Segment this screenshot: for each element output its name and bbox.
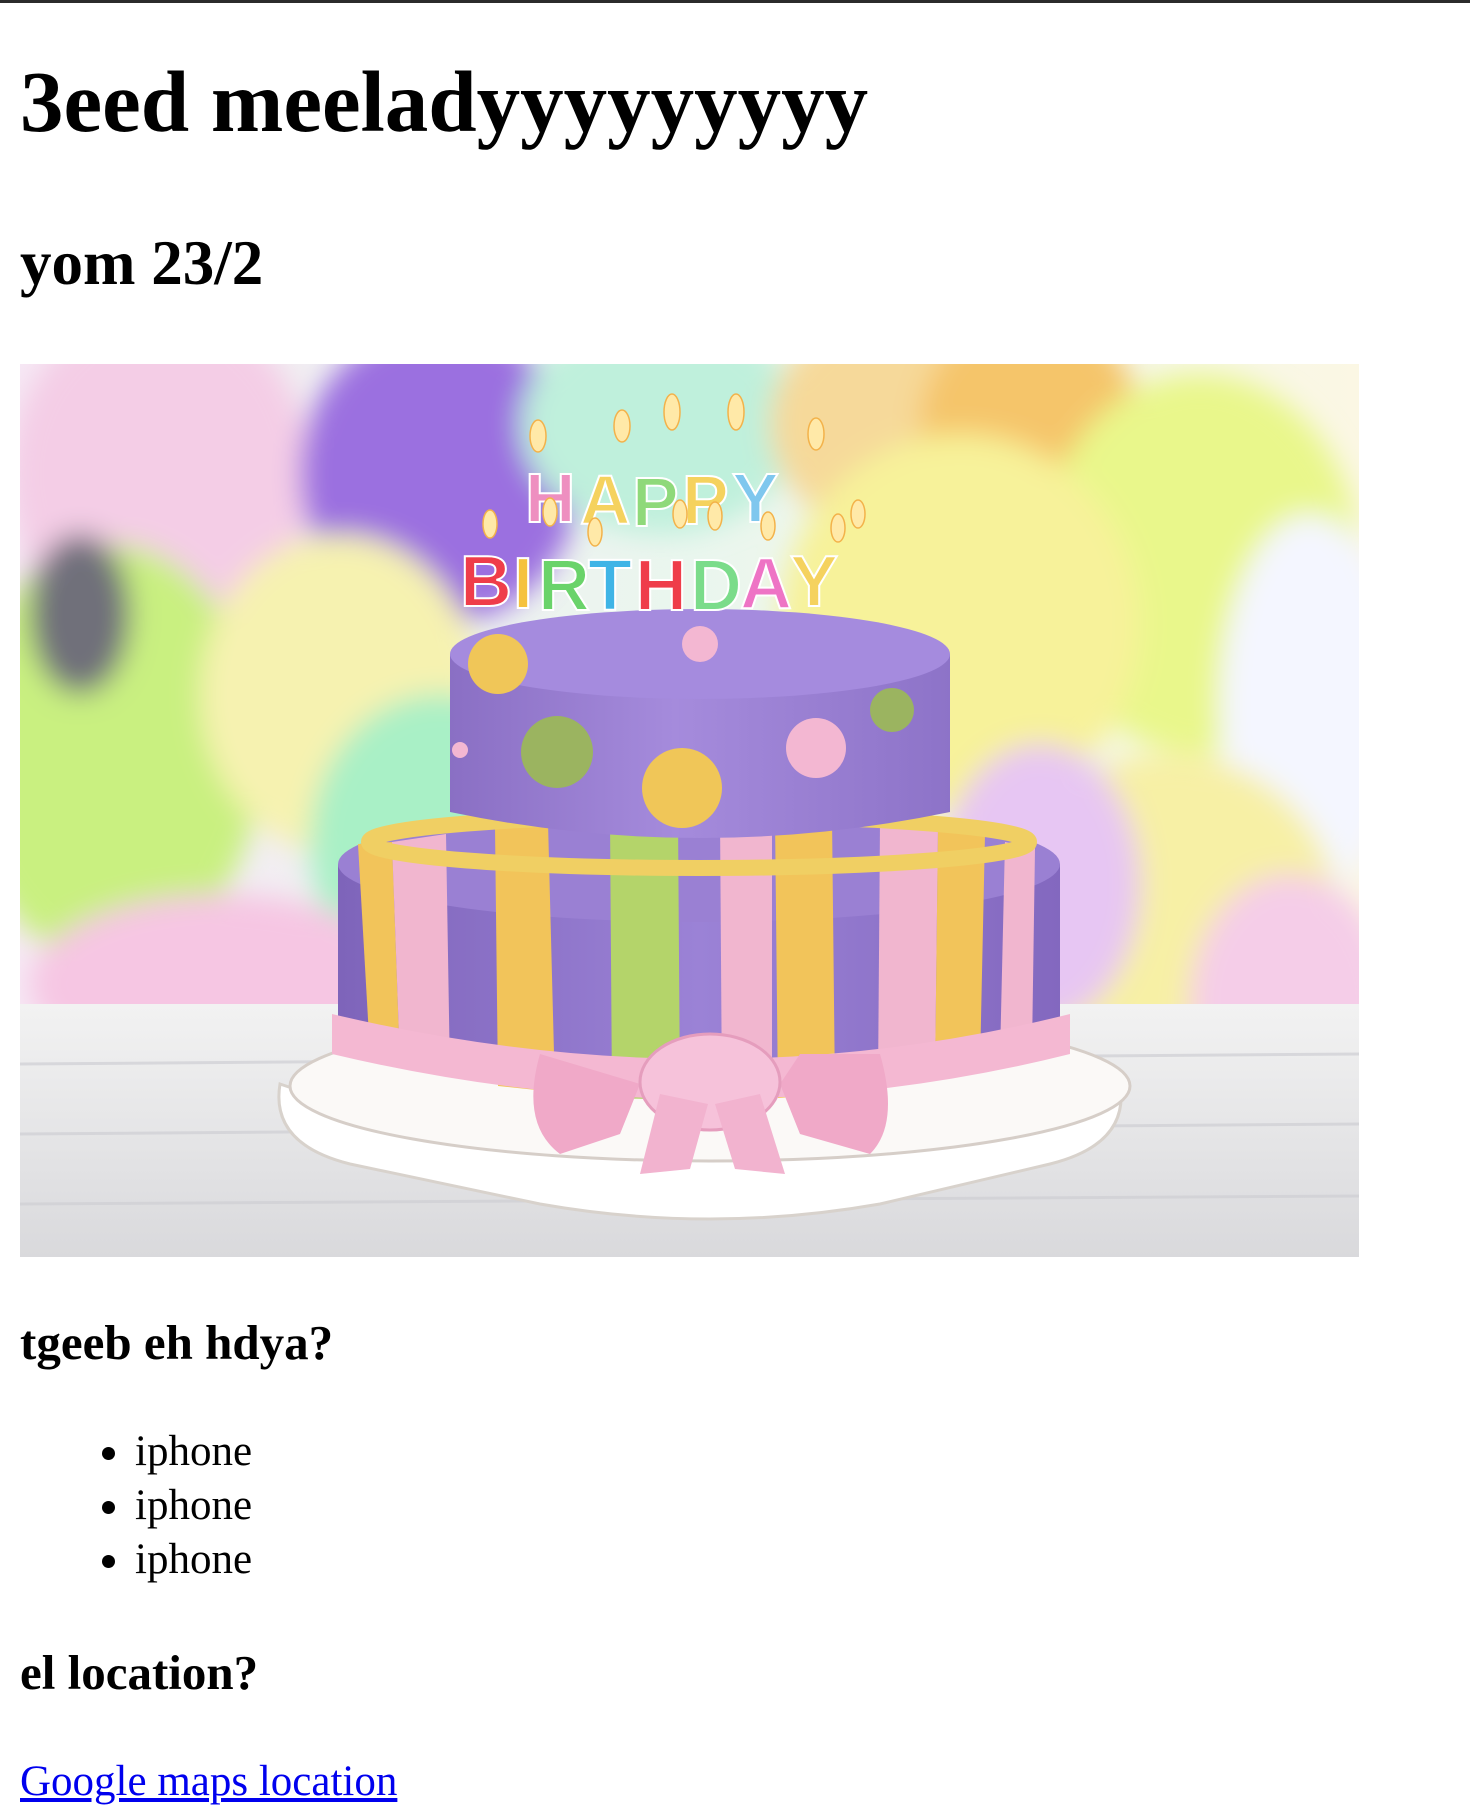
svg-text:D: D bbox=[690, 546, 742, 626]
page-title: 3eed meeladyyyyyyyyy bbox=[20, 53, 869, 150]
list-item-label: iphone bbox=[135, 1428, 253, 1475]
google-maps-link[interactable]: Google maps location bbox=[20, 1760, 397, 1803]
list-item-label: iphone bbox=[135, 1536, 253, 1583]
list-item: iphone bbox=[20, 1533, 252, 1587]
svg-text:P: P bbox=[632, 463, 679, 541]
list-item-label: iphone bbox=[135, 1482, 253, 1529]
svg-text:H: H bbox=[635, 546, 687, 626]
browser-top-border bbox=[0, 0, 1470, 3]
bullet-icon bbox=[102, 1555, 115, 1568]
svg-text:I: I bbox=[513, 544, 533, 624]
party-date: yom 23/2 bbox=[20, 228, 264, 298]
svg-text:B: B bbox=[460, 542, 512, 622]
svg-text:P: P bbox=[682, 461, 729, 539]
bullet-icon bbox=[102, 1447, 115, 1460]
svg-text:Y: Y bbox=[790, 542, 838, 622]
list-item: iphone bbox=[20, 1479, 252, 1533]
svg-text:A: A bbox=[740, 544, 792, 624]
gift-list: iphone iphone iphone bbox=[20, 1425, 252, 1587]
list-item: iphone bbox=[20, 1425, 252, 1479]
svg-text:R: R bbox=[538, 546, 590, 626]
location-heading: el location? bbox=[20, 1645, 259, 1700]
bullet-icon bbox=[102, 1501, 115, 1514]
gift-heading: tgeeb eh hdya? bbox=[20, 1315, 334, 1370]
svg-text:A: A bbox=[580, 461, 631, 539]
svg-text:T: T bbox=[588, 546, 632, 626]
birthday-cake-image: H A P P Y B I R T H D A Y bbox=[20, 364, 1359, 1257]
